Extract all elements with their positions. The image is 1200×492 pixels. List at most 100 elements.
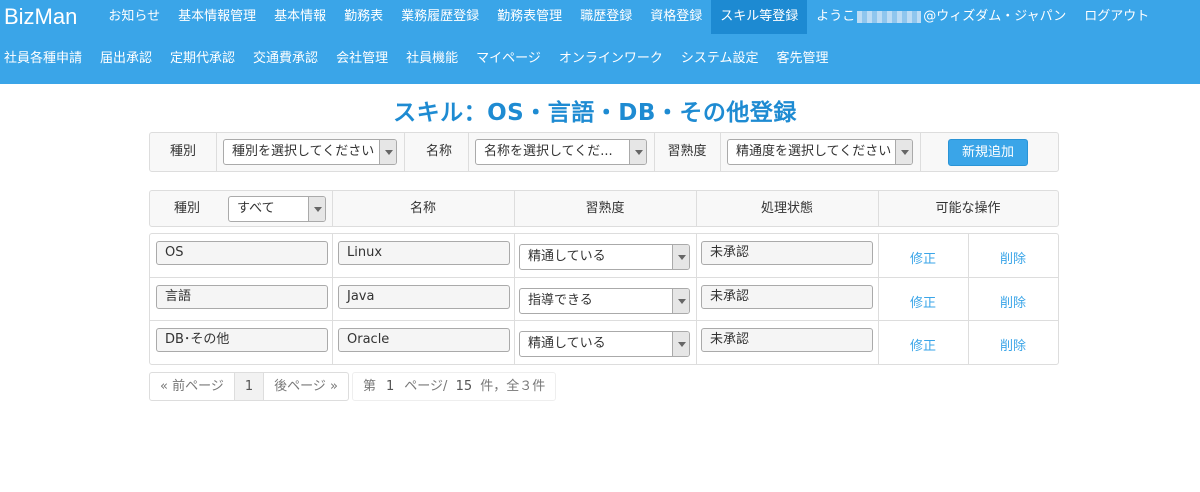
user-name-redacted (857, 10, 922, 23)
logout-link[interactable]: ログアウト (1075, 0, 1158, 34)
filter-type-value: 種別を選択してください (232, 144, 375, 159)
page-title: スキル：OS・言語・DB・その他登録 (393, 100, 797, 126)
nav-item-mypage[interactable]: マイページ (467, 42, 550, 76)
nav-item-commuter-approval[interactable]: 定期代承認 (161, 42, 244, 76)
user-company: @ウィズダム・ジャパン (923, 9, 1067, 24)
table-header: 種別 すべて 名称 習熟度 処理状態 可能な操作 (149, 190, 1059, 227)
page-size-input[interactable]: 15 (452, 373, 477, 400)
row-level-select[interactable]: 精通している (519, 331, 690, 357)
divider (332, 234, 333, 277)
header-name: 名称 (409, 201, 436, 216)
header-level: 習熟度 (585, 201, 625, 216)
type-filter-value: すべて (237, 201, 275, 216)
filter-name-value: 名称を選択してくだ... (484, 144, 613, 159)
filter-type-select[interactable]: 種別を選択してください (223, 139, 397, 165)
chevron-down-icon (308, 197, 325, 221)
row-level-select[interactable]: 指導できる (519, 288, 690, 314)
row-name: Oracle (338, 328, 510, 352)
row-type: OS (156, 241, 328, 265)
divider (920, 133, 921, 171)
delete-link[interactable]: 削除 (968, 248, 1058, 267)
row-name: Java (338, 285, 510, 309)
nav-item-notification-approval[interactable]: 届出承認 (91, 42, 161, 76)
row-name: Linux (338, 241, 510, 265)
filter-level-label: 習熟度 (667, 144, 707, 159)
nav-item-company-mgmt[interactable]: 会社管理 (327, 42, 397, 76)
chevron-down-icon (672, 289, 689, 313)
nav-item-employee-functions[interactable]: 社員機能 (397, 42, 467, 76)
nav-item-career[interactable]: 職歴登録 (571, 0, 641, 34)
row-level-select[interactable]: 精通している (519, 244, 690, 270)
nav-item-skill[interactable]: スキル等登録 (711, 0, 808, 34)
table-row: OS Linux 精通している 未承認 修正 削除 (150, 234, 1058, 277)
nav-item-attendance[interactable]: 勤務表 (335, 0, 392, 34)
chevron-down-icon (379, 140, 396, 164)
row-status: 未承認 (701, 328, 873, 352)
page-info-prefix: 第 (363, 379, 377, 394)
edit-link[interactable]: 修正 (878, 292, 968, 311)
table-row: DB･その他 Oracle 精通している 未承認 修正 削除 (150, 320, 1058, 364)
type-filter-select[interactable]: すべて (228, 196, 326, 222)
nav-item-attendance-mgmt[interactable]: 勤務表管理 (488, 0, 571, 34)
divider (514, 234, 515, 277)
user-prefix: ようこ (816, 9, 856, 24)
nav-item-system-settings[interactable]: システム設定 (672, 42, 768, 76)
edit-link[interactable]: 修正 (878, 335, 968, 354)
row-status: 未承認 (701, 285, 873, 309)
chevron-down-icon (672, 245, 689, 269)
divider (696, 321, 697, 364)
header-actions: 可能な操作 (935, 201, 1001, 216)
prev-page-button[interactable]: « 前ページ (150, 373, 234, 400)
filter-level-value: 精通度を選択してください (736, 144, 892, 159)
page-info: 第 1 ページ/ 15 件，全３件 (352, 372, 557, 401)
edit-link[interactable]: 修正 (878, 248, 968, 267)
filter-name-label: 名称 (425, 144, 452, 159)
current-page-button[interactable]: 1 (233, 373, 264, 400)
primary-nav: BizMan お知らせ 基本情報管理 基本情報 勤務表 業務履歴登録 勤務表管理… (0, 0, 1158, 34)
filter-level-select[interactable]: 精通度を選択してください (727, 139, 913, 165)
row-level-value: 指導できる (528, 293, 593, 308)
filter-type-label: 種別 (169, 144, 196, 159)
nav-item-news[interactable]: お知らせ (99, 0, 169, 34)
delete-link[interactable]: 削除 (968, 335, 1058, 354)
page-info-mid: ページ/ (404, 379, 448, 394)
divider (216, 133, 217, 171)
divider (514, 321, 515, 364)
divider (696, 278, 697, 321)
divider (332, 278, 333, 321)
nav-item-client-mgmt[interactable]: 客先管理 (767, 42, 837, 76)
divider (332, 321, 333, 364)
nav-item-transport-approval[interactable]: 交通費承認 (244, 42, 327, 76)
divider (468, 133, 469, 171)
divider (696, 234, 697, 277)
row-type: DB･その他 (156, 328, 328, 352)
top-navbar: BizMan お知らせ 基本情報管理 基本情報 勤務表 業務履歴登録 勤務表管理… (0, 0, 1200, 84)
nav-item-qualification[interactable]: 資格登録 (641, 0, 711, 34)
row-level-value: 精通している (528, 336, 606, 351)
brand-logo[interactable]: BizMan (0, 5, 99, 29)
page-info-suffix: 件，全３件 (480, 379, 546, 394)
secondary-nav: 社員各種申請 届出承認 定期代承認 交通費承認 会社管理 社員機能 マイページ … (0, 42, 838, 76)
nav-item-basic-mgmt[interactable]: 基本情報管理 (169, 0, 265, 34)
filter-name-select[interactable]: 名称を選択してくだ... (475, 139, 647, 165)
header-type: 種別 (173, 201, 200, 216)
table-row: 言語 Java 指導できる 未承認 修正 削除 (150, 277, 1058, 321)
page-number-input[interactable]: 1 (380, 373, 400, 400)
chevron-down-icon (672, 332, 689, 356)
nav-item-online-work[interactable]: オンラインワーク (550, 42, 672, 76)
next-page-button[interactable]: 後ページ » (263, 373, 348, 400)
header-status: 処理状態 (760, 201, 813, 216)
row-type: 言語 (156, 285, 328, 309)
nav-item-employee-requests[interactable]: 社員各種申請 (0, 42, 91, 76)
chevron-down-icon (895, 140, 912, 164)
divider (514, 278, 515, 321)
nav-item-work-history[interactable]: 業務履歴登録 (392, 0, 488, 34)
delete-link[interactable]: 削除 (968, 292, 1058, 311)
pagination: « 前ページ 1 後ページ » (149, 372, 349, 401)
add-new-button[interactable]: 新規追加 (948, 139, 1028, 166)
nav-item-basic-info[interactable]: 基本情報 (265, 0, 335, 34)
row-status: 未承認 (701, 241, 873, 265)
nav-user[interactable]: ようこ @ウィズダム・ジャパン (807, 0, 1075, 34)
divider (720, 133, 721, 171)
chevron-down-icon (629, 140, 646, 164)
